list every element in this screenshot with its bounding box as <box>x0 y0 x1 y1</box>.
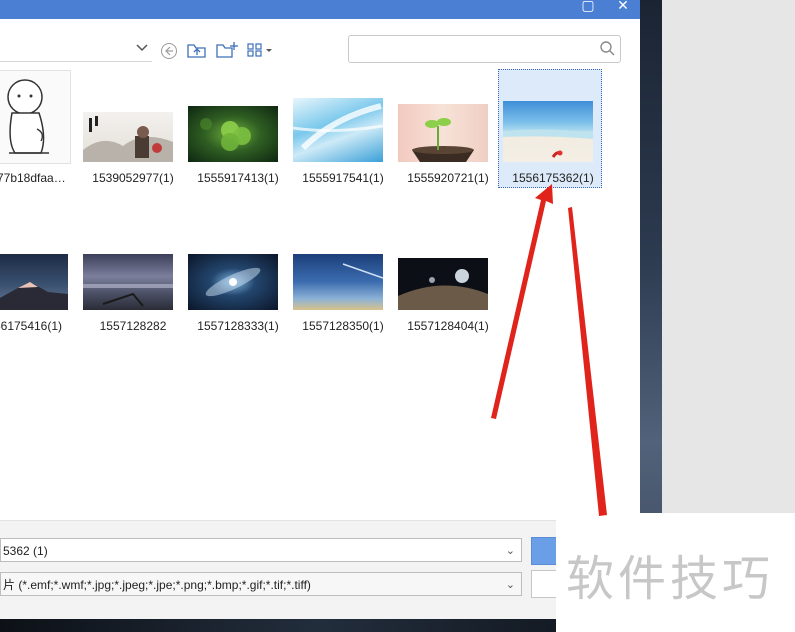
arrow-line-to-open-button <box>568 207 607 516</box>
annotation-arrows <box>491 184 607 516</box>
screenshot: ▢ ✕ 77b18dfaa… 1539052977(1) 1555917413(… <box>0 0 795 632</box>
arrow-pointing-selected-file <box>491 184 553 419</box>
